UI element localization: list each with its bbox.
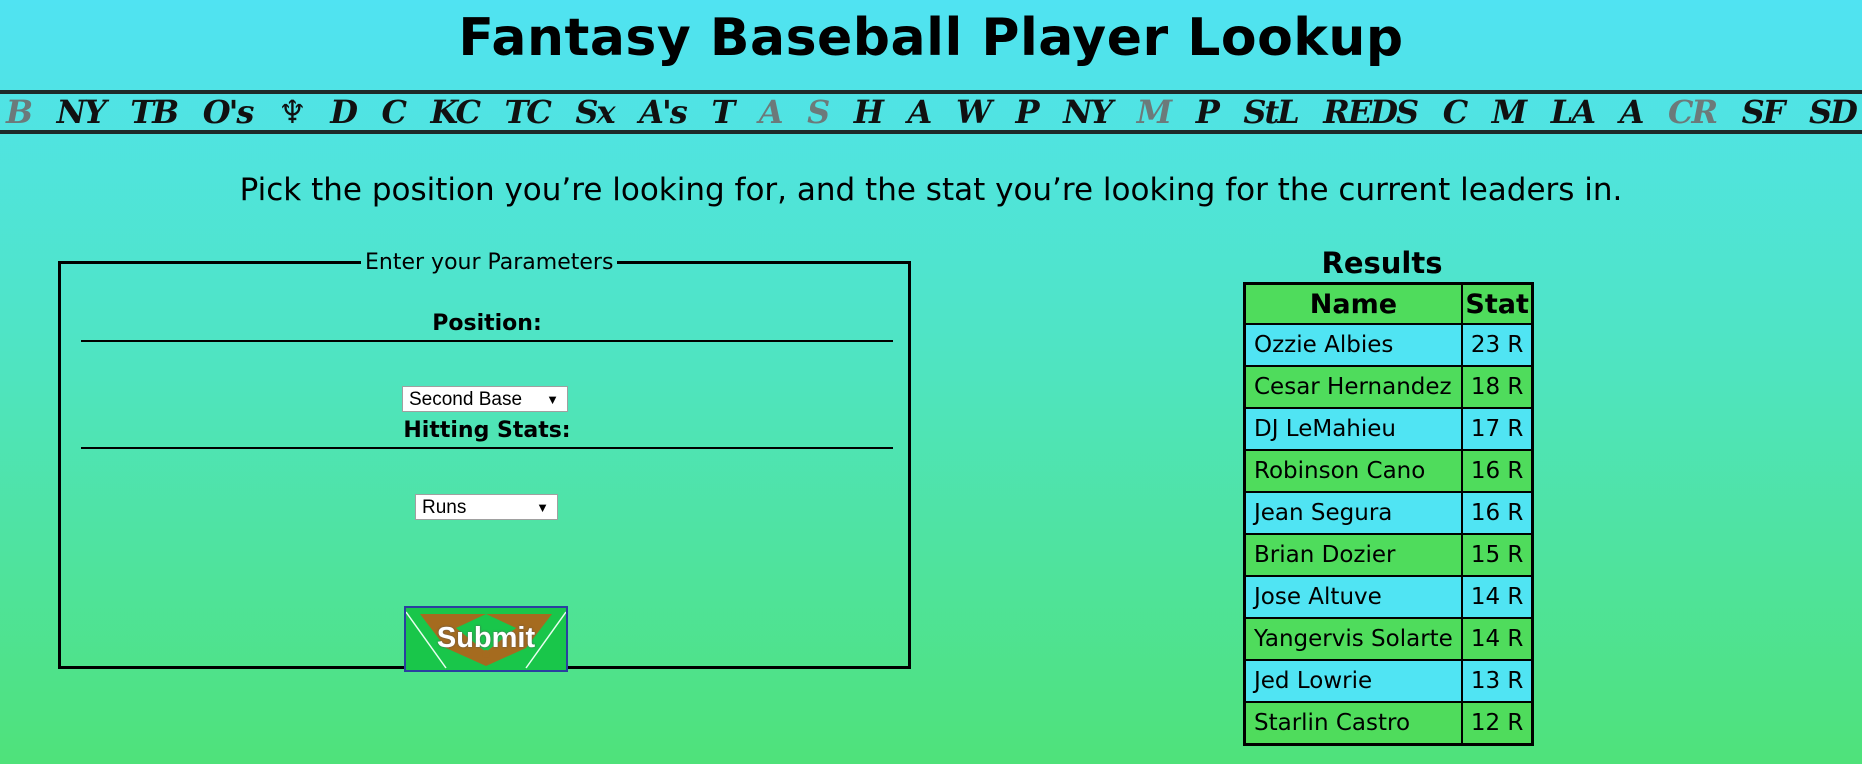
blue-jays-logo-icon[interactable]: ♆ xyxy=(278,92,307,132)
stat-value-cell: 12 R xyxy=(1460,701,1534,746)
rangers-logo-icon[interactable]: T xyxy=(711,92,735,132)
results-title: Results xyxy=(1321,246,1443,280)
hitting-stats-label: Hitting Stats: xyxy=(81,418,893,449)
twins-logo-icon[interactable]: TC xyxy=(505,92,552,132)
results-header-row: Name Stat xyxy=(1243,282,1534,325)
angels-logo-icon[interactable]: A xyxy=(759,92,784,132)
hitting-stats-select[interactable]: Runs ▼ xyxy=(415,494,558,520)
table-row: Jean Segura 16 R xyxy=(1243,491,1534,535)
player-name-cell: Jed Lowrie xyxy=(1243,659,1463,703)
player-name-cell: Brian Dozier xyxy=(1243,533,1463,577)
player-name-cell: Yangervis Solarte xyxy=(1243,617,1463,661)
instructions-text: Pick the position you’re looking for, an… xyxy=(239,172,1623,208)
royals-logo-icon[interactable]: KC xyxy=(431,92,481,132)
player-name-cell: Starlin Castro xyxy=(1243,701,1463,746)
pirates-logo-icon[interactable]: P xyxy=(1196,92,1220,132)
phillies-logo-icon[interactable]: P xyxy=(1015,92,1039,132)
table-row: Ozzie Albies 23 R xyxy=(1243,323,1534,367)
astros-logo-icon[interactable]: H xyxy=(854,92,884,132)
results-table: Name Stat Ozzie Albies 23 R Cesar Hernande… xyxy=(1243,282,1535,746)
dodgers-logo-icon[interactable]: LA xyxy=(1551,92,1596,132)
stat-value-cell: 13 R xyxy=(1460,659,1534,703)
player-name-cell: Robinson Cano xyxy=(1243,449,1463,493)
dropdown-arrow-icon: ▼ xyxy=(536,500,549,515)
nationals-logo-icon[interactable]: W xyxy=(956,92,992,132)
stat-value-cell: 16 R xyxy=(1460,449,1534,493)
stat-value-cell: 17 R xyxy=(1460,407,1534,451)
submit-button[interactable]: Submit xyxy=(404,606,568,672)
table-row: Brian Dozier 15 R xyxy=(1243,533,1534,577)
table-row: Robinson Cano 16 R xyxy=(1243,449,1534,493)
mariners-logo-icon[interactable]: S xyxy=(807,92,830,132)
stat-value-cell: 15 R xyxy=(1460,533,1534,577)
braves-logo-icon[interactable]: A xyxy=(908,92,933,132)
giants-logo-icon[interactable]: SF xyxy=(1742,92,1786,132)
player-name-cell: Cesar Hernandez xyxy=(1243,365,1463,409)
stat-value-cell: 14 R xyxy=(1460,575,1534,619)
marlins-logo-icon[interactable]: M xyxy=(1137,92,1172,132)
padres-logo-icon[interactable]: SD xyxy=(1809,92,1858,132)
parameters-form: Enter your Parameters Position: Second B… xyxy=(58,250,911,672)
orioles-logo-icon[interactable]: O's xyxy=(203,92,255,132)
white-sox-logo-icon[interactable]: Sx xyxy=(575,92,615,132)
cubs-logo-icon[interactable]: C xyxy=(1443,92,1469,132)
position-select[interactable]: Second Base ▼ xyxy=(402,386,568,412)
cardinals-logo-icon[interactable]: StL xyxy=(1243,92,1299,132)
page-title: Fantasy Baseball Player Lookup xyxy=(458,8,1404,68)
mets-logo-icon[interactable]: NY xyxy=(1063,92,1113,132)
column-header-stat: Stat xyxy=(1460,282,1534,325)
rays-logo-icon[interactable]: TB xyxy=(130,92,179,132)
table-row: Cesar Hernandez 18 R xyxy=(1243,365,1534,409)
player-name-cell: Ozzie Albies xyxy=(1243,323,1463,367)
parameters-legend: Enter your Parameters xyxy=(365,250,614,275)
brewers-logo-icon[interactable]: M xyxy=(1492,92,1527,132)
player-name-cell: Jean Segura xyxy=(1243,491,1463,535)
stat-value-cell: 16 R xyxy=(1460,491,1534,535)
indians-logo-icon[interactable]: C xyxy=(382,92,408,132)
submit-label: Submit xyxy=(436,622,536,654)
stat-value-cell: 18 R xyxy=(1460,365,1534,409)
yankees-logo-icon[interactable]: NY xyxy=(57,92,107,132)
column-header-name: Name xyxy=(1243,282,1463,325)
red-sox-logo-icon[interactable]: B xyxy=(6,92,33,132)
hitting-stats-select-value: Runs xyxy=(422,497,467,518)
player-name-cell: Jose Altuve xyxy=(1243,575,1463,619)
stat-value-cell: 23 R xyxy=(1460,323,1534,367)
team-logo-bar: B NY TB O's ♆ D C KC TC Sx A's T A S H A W P NY M P StL REDS C M… xyxy=(0,90,1862,134)
table-row: Jed Lowrie 13 R xyxy=(1243,659,1534,703)
position-select-value: Second Base xyxy=(409,389,523,410)
table-row: Starlin Castro 12 R xyxy=(1243,701,1534,746)
table-row: DJ LeMahieu 17 R xyxy=(1243,407,1534,451)
position-label: Position: xyxy=(81,311,893,342)
reds-logo-icon[interactable]: REDS xyxy=(1323,92,1419,132)
player-name-cell: DJ LeMahieu xyxy=(1243,407,1463,451)
athletics-logo-icon[interactable]: A's xyxy=(639,92,688,132)
tigers-logo-icon[interactable]: D xyxy=(330,92,358,132)
table-row: Jose Altuve 14 R xyxy=(1243,575,1534,619)
dropdown-arrow-icon: ▼ xyxy=(546,392,559,407)
diamondbacks-logo-icon[interactable]: A xyxy=(1620,92,1645,132)
rockies-logo-icon[interactable]: CR xyxy=(1668,92,1718,132)
stat-value-cell: 14 R xyxy=(1460,617,1534,661)
table-row: Yangervis Solarte 14 R xyxy=(1243,617,1534,661)
